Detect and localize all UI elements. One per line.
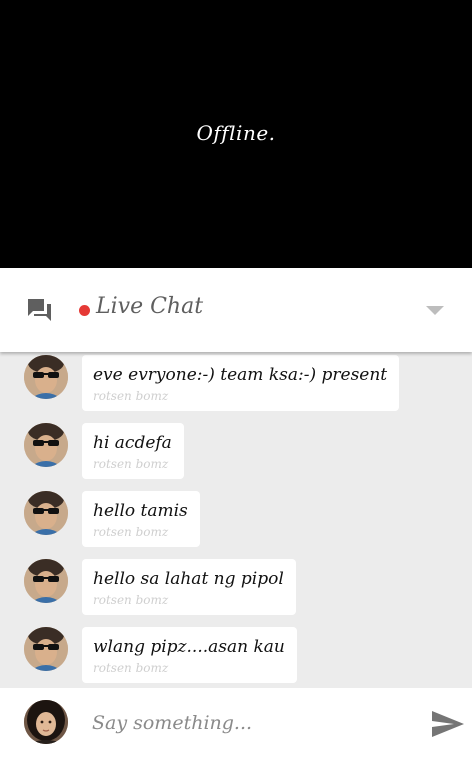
user-avatar [24,559,68,603]
chat-header: Live Chat [0,268,472,352]
message-text: hello tamis [93,501,188,521]
message-author: rotsen bomz [93,525,169,539]
message-text: hello sa lahat ng pipol [93,569,284,589]
message-composer [0,688,472,760]
send-icon[interactable] [430,708,466,740]
video-player[interactable]: Offline. [0,0,472,268]
message-input[interactable] [84,706,420,740]
chat-message: eve evryone:-) team ksa:-) present rotse… [0,355,472,413]
chat-message: hello tamis rotsen bomz [0,491,472,549]
chat-message: hello sa lahat ng pipol rotsen bomz [0,559,472,617]
message-bubble: hi acdefa rotsen bomz [82,423,184,479]
user-avatar [24,355,68,399]
video-status-text: Offline. [196,121,276,145]
chat-message: wlang pipz....asan kau rotsen bomz [0,627,472,685]
message-bubble: eve evryone:-) team ksa:-) present rotse… [82,355,400,411]
message-author: rotsen bomz [93,389,169,403]
live-chat-title: Live Chat [96,294,204,319]
message-author: rotsen bomz [93,457,169,471]
message-author: rotsen bomz [93,593,169,607]
user-avatar [24,491,68,535]
message-list[interactable]: eve evryone:-) team ksa:-) present rotse… [0,352,472,688]
dropdown-arrow-icon[interactable] [426,306,444,315]
message-bubble: hello tamis rotsen bomz [82,491,200,547]
chat-bubbles-icon [25,297,53,323]
message-bubble: hello sa lahat ng pipol rotsen bomz [82,559,296,615]
message-text: eve evryone:-) team ksa:-) present [93,365,388,385]
message-text: wlang pipz....asan kau [93,637,285,657]
current-user-avatar [24,700,68,744]
message-text: hi acdefa [93,433,172,453]
user-avatar [24,423,68,467]
chat-message: hi acdefa rotsen bomz [0,423,472,481]
message-author: rotsen bomz [93,661,169,675]
live-indicator-dot [79,305,90,316]
message-bubble: wlang pipz....asan kau rotsen bomz [82,627,297,683]
user-avatar [24,627,68,671]
